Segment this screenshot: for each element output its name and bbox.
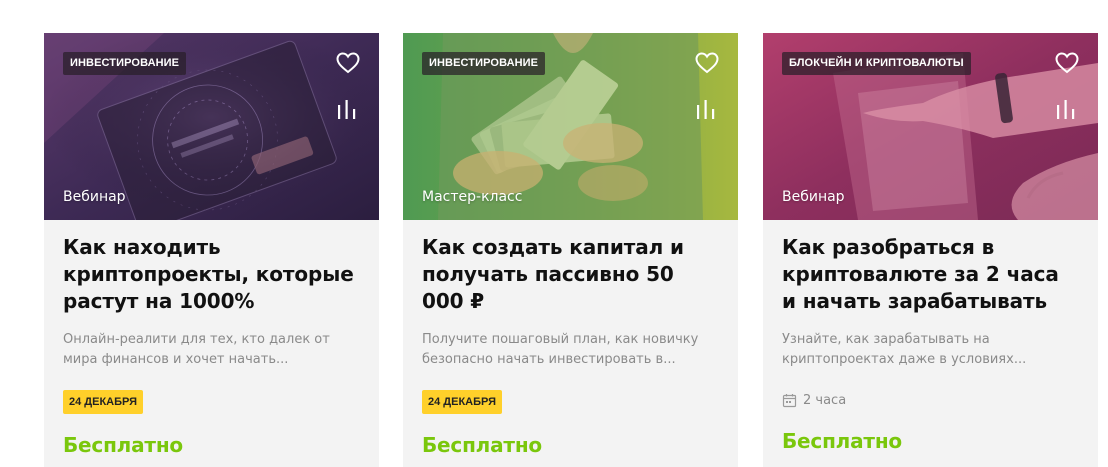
course-card-3[interactable]: Блокчейн и криптовалюты Вебинар Как разо… bbox=[763, 33, 1098, 467]
heart-icon[interactable] bbox=[335, 51, 361, 75]
card-image[interactable]: Инвестирование Мастер-класс bbox=[403, 33, 738, 220]
stats-icon[interactable] bbox=[696, 99, 716, 121]
event-format: Вебинар bbox=[63, 189, 126, 205]
category-tag: Блокчейн и криптовалюты bbox=[782, 52, 971, 75]
duration-info: 2 часа bbox=[782, 390, 846, 410]
card-title[interactable]: Как находить криптопроекты, которые раст… bbox=[63, 234, 360, 315]
event-format: Мастер-класс bbox=[422, 189, 523, 205]
category-tag: Инвестирование bbox=[63, 52, 187, 75]
stats-icon[interactable] bbox=[1056, 99, 1076, 121]
category-tag: Инвестирование bbox=[422, 52, 546, 75]
stats-icon[interactable] bbox=[337, 99, 357, 121]
date-badge: 24 декабря bbox=[63, 390, 143, 414]
card-description: Получите пошаговый план, как новичку без… bbox=[422, 332, 699, 367]
calendar-icon bbox=[782, 393, 797, 407]
card-image[interactable]: Инвестирование Вебинар bbox=[44, 33, 379, 220]
price-label: Бесплатно bbox=[63, 433, 183, 457]
card-title[interactable]: Как создать капитал и получать пассивно … bbox=[422, 234, 719, 315]
duration-text: 2 часа bbox=[803, 392, 847, 408]
heart-icon[interactable] bbox=[694, 51, 720, 75]
price-label: Бесплатно bbox=[422, 433, 542, 457]
card-title[interactable]: Как разобраться в криптовалюте за 2 часа… bbox=[782, 234, 1079, 315]
card-image[interactable]: Блокчейн и криптовалюты Вебинар bbox=[763, 33, 1098, 220]
card-description: Онлайн-реалити для тех, кто далек от мир… bbox=[63, 332, 330, 367]
course-card-1[interactable]: Инвестирование Вебинар Как находить крип… bbox=[44, 33, 379, 467]
heart-icon[interactable] bbox=[1054, 51, 1080, 75]
date-badge: 24 декабря bbox=[422, 390, 502, 414]
card-description: Узнайте, как зарабатывать на криптопроек… bbox=[782, 332, 1027, 367]
event-format: Вебинар bbox=[782, 189, 845, 205]
course-card-2[interactable]: Инвестирование Мастер-класс Как создать … bbox=[403, 33, 738, 467]
price-label: Бесплатно bbox=[782, 429, 902, 453]
